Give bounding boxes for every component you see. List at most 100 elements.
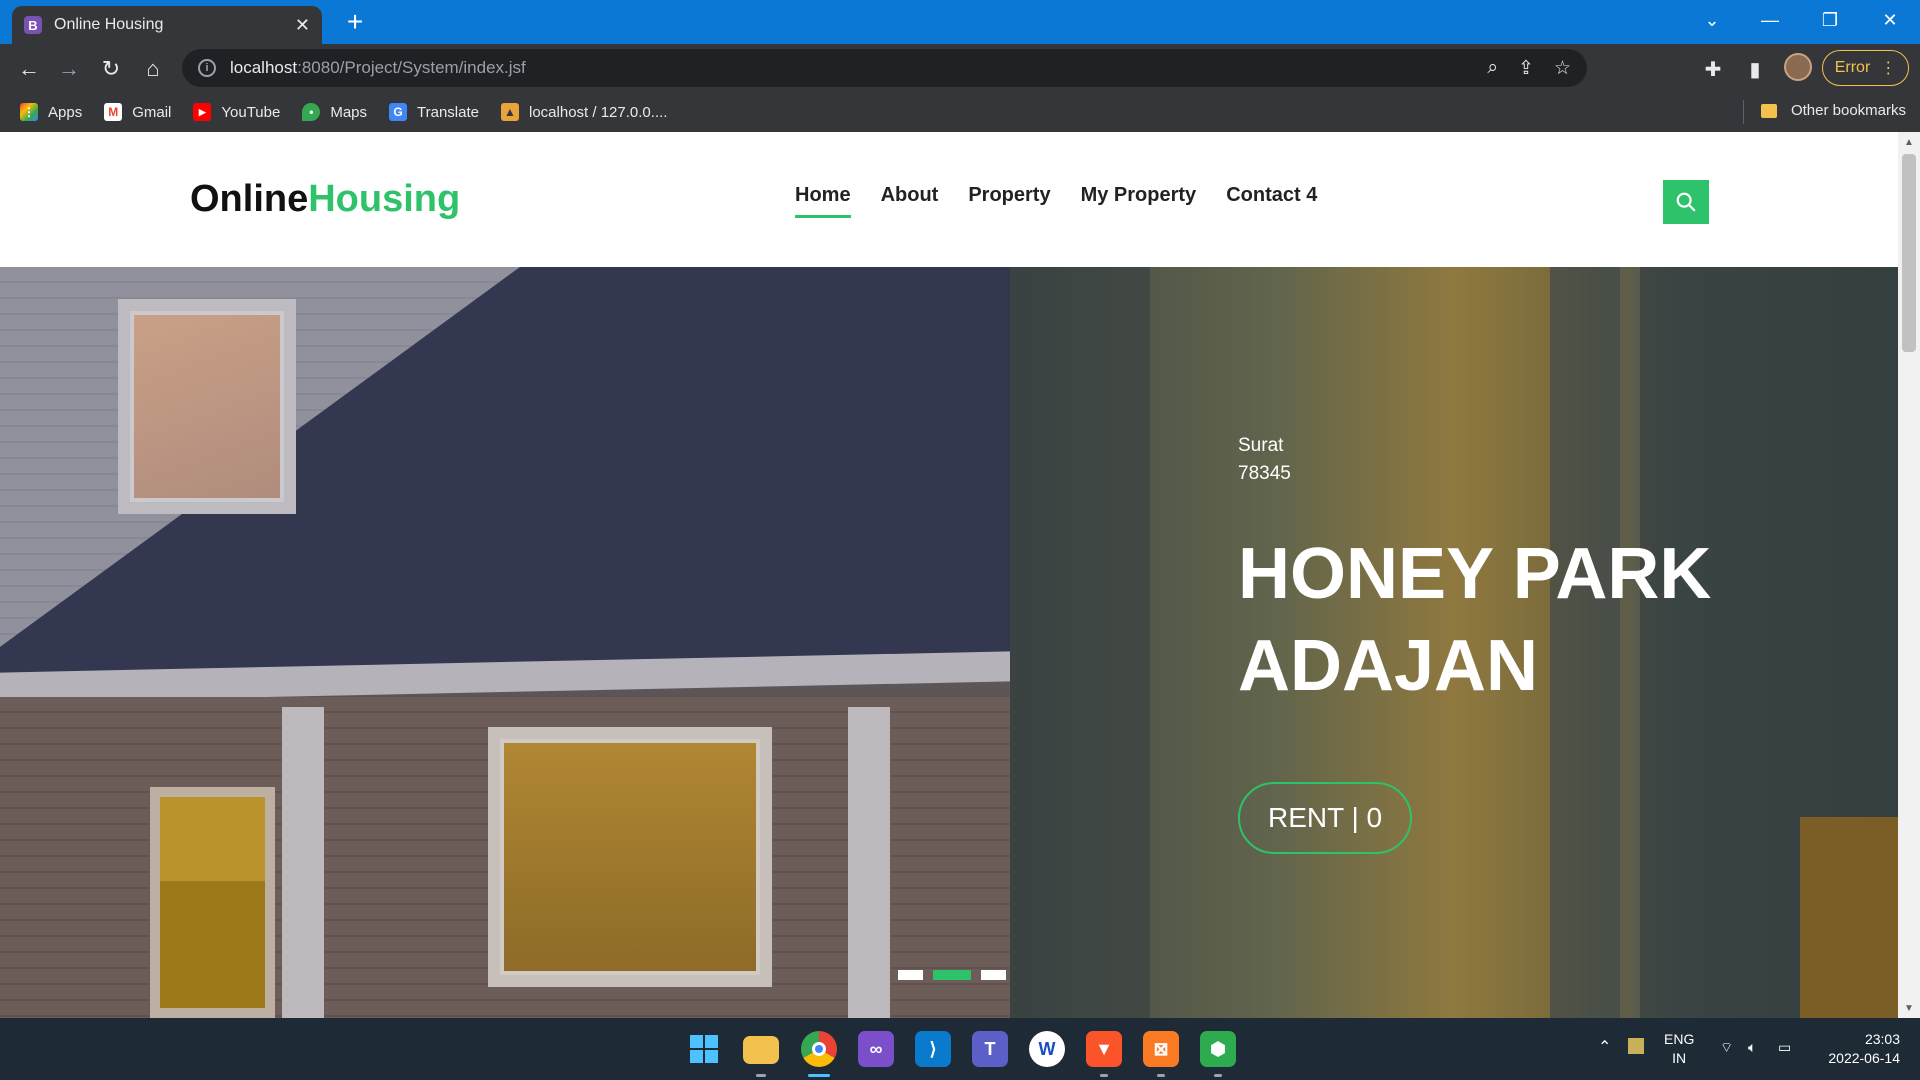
apps-grid-icon: ⋮ bbox=[20, 103, 38, 121]
volume-icon[interactable]: 🔈︎ bbox=[1748, 1038, 1756, 1057]
property-zip: 78345 bbox=[1238, 463, 1291, 484]
rent-button[interactable]: RENT | 0 bbox=[1238, 782, 1413, 854]
bookmark-apps[interactable]: ⋮ Apps bbox=[20, 103, 82, 121]
vscode-icon[interactable]: ⟩ bbox=[915, 1031, 951, 1067]
slide-indicator-2[interactable] bbox=[933, 970, 971, 980]
side-panel-icon[interactable]: ▮ bbox=[1740, 54, 1770, 84]
taskbar-running-indicator bbox=[756, 1074, 766, 1077]
browser-toolbar: ← → ↻ ⌂ i localhost:8080/Project/System/… bbox=[0, 44, 1920, 92]
restore-button[interactable]: ❐ bbox=[1801, 0, 1859, 40]
nav-about[interactable]: About bbox=[881, 184, 939, 218]
search-button[interactable] bbox=[1663, 180, 1709, 224]
slider-indicators bbox=[898, 970, 1006, 980]
tray-chevron-up-icon[interactable]: ⌃ bbox=[1598, 1038, 1611, 1057]
bookmark-label: Translate bbox=[417, 103, 479, 121]
browser-tab-bar: B Online Housing ✕ + ⌄ — ❐ ✕ bbox=[0, 0, 1920, 44]
phpmyadmin-icon: ▲ bbox=[501, 103, 519, 121]
home-icon[interactable]: ⌂ bbox=[138, 54, 168, 84]
bookmark-youtube[interactable]: ▶ YouTube bbox=[193, 103, 280, 121]
profile-avatar[interactable] bbox=[1784, 53, 1812, 81]
wifi-icon[interactable]: ⌔ bbox=[1720, 1038, 1733, 1057]
brave-browser-icon[interactable]: ▼ bbox=[1086, 1031, 1122, 1067]
youtube-icon: ▶ bbox=[193, 103, 212, 121]
taskbar-running-indicator bbox=[1100, 1074, 1108, 1077]
bookmark-label: localhost / 127.0.0.... bbox=[529, 103, 668, 121]
nav-contact[interactable]: Contact 4 bbox=[1226, 184, 1317, 218]
windows-start-icon[interactable] bbox=[686, 1031, 722, 1067]
site-info-icon[interactable]: i bbox=[198, 59, 216, 77]
package-app-icon[interactable]: ⬢ bbox=[1200, 1031, 1236, 1067]
teams-icon[interactable]: T bbox=[972, 1031, 1008, 1067]
browser-tab[interactable]: B Online Housing ✕ bbox=[12, 6, 322, 44]
bookmark-label: Gmail bbox=[132, 103, 172, 121]
site-logo[interactable]: OnlineHousing bbox=[190, 178, 460, 221]
visual-studio-icon[interactable]: ∞ bbox=[858, 1031, 894, 1067]
language-label: ENG bbox=[1664, 1031, 1695, 1047]
other-bookmarks-label: Other bookmarks bbox=[1790, 102, 1906, 119]
bookmark-localhost[interactable]: ▲ localhost / 127.0.0.... bbox=[501, 103, 667, 121]
taskbar-running-indicator bbox=[1214, 1074, 1222, 1077]
property-city: Surat bbox=[1238, 435, 1284, 456]
translate-icon: G bbox=[389, 103, 408, 121]
nav-my-property[interactable]: My Property bbox=[1081, 184, 1197, 218]
address-bar[interactable]: i localhost:8080/Project/System/index.js… bbox=[182, 49, 1587, 87]
language-indicator[interactable]: ENG IN bbox=[1664, 1030, 1694, 1068]
bookmark-maps[interactable]: • Maps bbox=[302, 103, 367, 121]
nav-home[interactable]: Home bbox=[795, 184, 851, 218]
bookmark-gmail[interactable]: M Gmail bbox=[104, 103, 171, 121]
chrome-icon[interactable] bbox=[801, 1031, 837, 1067]
minimize-button[interactable]: — bbox=[1741, 0, 1799, 40]
tray-app-icon[interactable] bbox=[1628, 1038, 1644, 1054]
search-icon bbox=[1676, 192, 1696, 212]
property-title: HONEY PARK ADAJAN bbox=[1238, 528, 1838, 712]
maps-pin-icon: • bbox=[302, 103, 321, 121]
url-path: :8080/Project/System/index.jsf bbox=[297, 58, 526, 77]
close-window-button[interactable]: ✕ bbox=[1861, 0, 1919, 40]
xampp-icon[interactable]: ⊠ bbox=[1143, 1031, 1179, 1067]
bookmarks-bar: ⋮ Apps M Gmail ▶ YouTube • Maps G Transl… bbox=[0, 92, 1920, 132]
word-app-icon[interactable]: W bbox=[1029, 1031, 1065, 1067]
windows-taskbar: ∞ ⟩ T W ▼ ⊠ ⬢ ⌃ ENG IN ⌔ 🔈︎ ▭ 23:03 2022… bbox=[0, 1018, 1920, 1080]
other-bookmarks[interactable]: Other bookmarks bbox=[1760, 102, 1906, 119]
error-label: Error bbox=[1834, 59, 1871, 76]
bookmark-star-icon[interactable]: ☆ bbox=[1554, 57, 1571, 80]
reload-icon[interactable]: ↻ bbox=[96, 54, 126, 84]
taskbar-running-indicator bbox=[1157, 1074, 1165, 1077]
tab-title: Online Housing bbox=[54, 16, 164, 33]
new-tab-button[interactable]: + bbox=[340, 8, 370, 38]
bookmark-label: YouTube bbox=[221, 103, 281, 121]
zoom-icon[interactable]: ⌕ bbox=[1487, 57, 1498, 80]
slide-indicator-3[interactable] bbox=[981, 970, 1006, 980]
more-menu-icon: ⋮ bbox=[1880, 60, 1897, 77]
slide-indicator-1[interactable] bbox=[898, 970, 923, 980]
clock[interactable]: 23:03 2022-06-14 bbox=[1820, 1030, 1900, 1068]
logo-primary: Online bbox=[190, 178, 309, 220]
back-arrow-icon[interactable]: ← bbox=[14, 54, 44, 84]
gmail-icon: M bbox=[104, 103, 123, 121]
tab-search-chevron-icon[interactable]: ⌄ bbox=[1683, 0, 1741, 40]
clock-date: 2022-06-14 bbox=[1828, 1050, 1900, 1066]
bookmarks-separator bbox=[1743, 100, 1744, 124]
hero-content: Surat 78345 HONEY PARK ADAJAN RENT | 0 bbox=[1238, 432, 1838, 854]
extensions-puzzle-icon[interactable]: ✚ bbox=[1698, 54, 1728, 84]
clock-time: 23:03 bbox=[1864, 1031, 1900, 1047]
scroll-thumb[interactable] bbox=[1902, 154, 1916, 352]
region-label: IN bbox=[1672, 1050, 1687, 1066]
battery-icon[interactable]: ▭ bbox=[1778, 1038, 1791, 1057]
bootstrap-favicon-icon: B bbox=[24, 16, 42, 34]
scroll-down-arrow-icon[interactable]: ▼ bbox=[1898, 998, 1920, 1018]
forward-arrow-icon[interactable]: → bbox=[54, 54, 84, 84]
error-button[interactable]: Error ⋮ bbox=[1822, 50, 1909, 86]
bookmark-translate[interactable]: G Translate bbox=[389, 103, 479, 121]
page-scrollbar[interactable]: ▲ ▼ bbox=[1898, 132, 1920, 1018]
bookmark-label: Apps bbox=[48, 103, 83, 121]
property-title-line2: ADAJAN bbox=[1238, 626, 1539, 706]
nav-property[interactable]: Property bbox=[968, 184, 1050, 218]
close-tab-icon[interactable]: ✕ bbox=[295, 15, 310, 36]
scroll-up-arrow-icon[interactable]: ▲ bbox=[1898, 132, 1920, 152]
share-icon[interactable]: ⇪ bbox=[1518, 57, 1534, 80]
logo-accent: Housing bbox=[308, 178, 461, 220]
file-explorer-icon[interactable] bbox=[743, 1036, 779, 1064]
property-title-line1: HONEY PARK bbox=[1238, 534, 1712, 614]
folder-icon bbox=[1760, 103, 1777, 118]
